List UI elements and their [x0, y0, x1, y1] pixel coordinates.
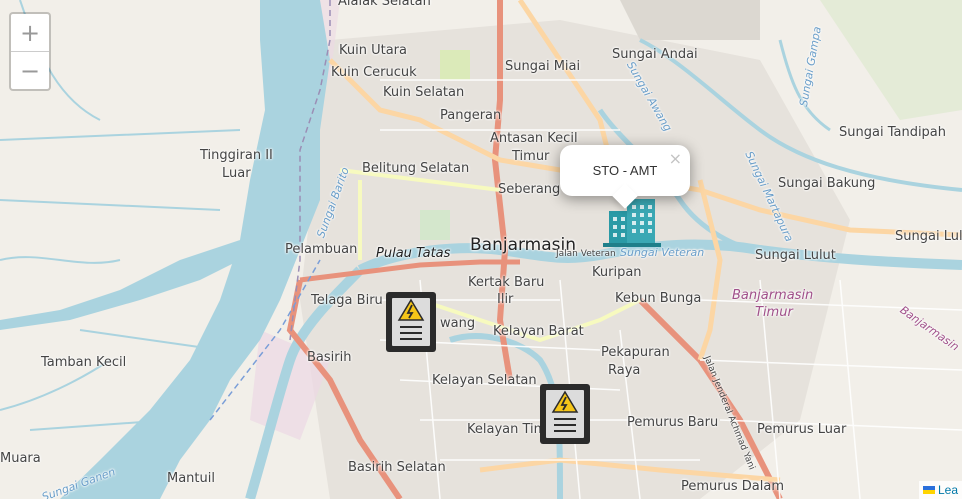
electric-panel-icon: [386, 292, 436, 352]
building-marker[interactable]: [603, 195, 661, 252]
place-label: wang: [440, 316, 476, 331]
place-label: Timur: [512, 149, 550, 164]
attribution[interactable]: Lea: [918, 481, 962, 499]
building-icon: [603, 199, 661, 247]
place-label: Telaga Biru: [311, 293, 383, 308]
place-label: Sungai Tandipah: [839, 125, 947, 140]
place-label: Pemurus Baru: [627, 415, 719, 430]
place-label: Sungai Lulut: [755, 248, 836, 263]
place-label: Pemurus Luar: [757, 422, 847, 437]
place-label: Tamban Kecil: [41, 355, 127, 370]
place-label: Sungai Bakung: [778, 176, 876, 191]
zoom-out-button[interactable]: −: [11, 52, 49, 89]
flag-icon: [922, 486, 935, 494]
place-label: Sungai Miai: [505, 59, 581, 74]
place-label: Mantuil: [167, 471, 215, 486]
place-label: Tinggiran II: [200, 148, 273, 163]
place-label: Seberang: [498, 182, 561, 197]
place-label: Pulau Tatas: [376, 246, 451, 261]
popup-close-button[interactable]: ×: [669, 149, 682, 168]
place-label: Pemurus Dalam: [681, 479, 784, 494]
zoom-control: + −: [9, 12, 51, 91]
place-label: Kuin Utara: [339, 43, 407, 58]
place-label: Basirih: [307, 350, 352, 365]
place-label: Antasan Kecil: [490, 131, 578, 146]
zoom-in-button[interactable]: +: [11, 14, 49, 52]
place-label: Luar: [222, 166, 251, 181]
place-label: Kertak Baru: [468, 275, 545, 290]
place-label: Kuripan: [592, 265, 642, 280]
place-label: Sungai Lulut: [895, 229, 962, 244]
place-label: Kebun Bunga: [615, 291, 702, 306]
place-label: Kuin Selatan: [383, 85, 465, 100]
place-label: Basirih Selatan: [348, 460, 446, 475]
map-canvas[interactable]: Alalak Selatan Kuin Utara Kuin Cerucuk K…: [0, 0, 962, 499]
place-label: Pekapuran: [601, 345, 670, 360]
place-label: Kelayan Selatan: [432, 373, 537, 388]
electric-panel-icon: [540, 384, 590, 444]
district-label: Timur: [755, 305, 793, 320]
place-label: Kelayan Barat: [493, 324, 584, 339]
attribution-link[interactable]: Lea: [938, 483, 958, 497]
place-label: Ilir: [497, 292, 514, 307]
place-label: Raya: [608, 363, 641, 378]
place-label: Pangeran: [440, 108, 502, 123]
place-label: Belitung Selatan: [362, 161, 470, 176]
district-label: Banjarmasin: [732, 288, 814, 303]
place-label: Pelambuan: [285, 242, 358, 257]
electric-panel-marker[interactable]: [538, 382, 592, 451]
place-label: Kelayan Tim: [467, 422, 547, 437]
marker-popup: STO - AMT ×: [560, 145, 690, 209]
place-label: Muara: [0, 451, 41, 466]
electric-panel-marker[interactable]: [384, 290, 438, 359]
place-label: Alalak Selatan: [338, 0, 431, 9]
place-label: Kuin Cerucuk: [331, 65, 417, 80]
place-label: Sungai Andai: [612, 47, 698, 62]
